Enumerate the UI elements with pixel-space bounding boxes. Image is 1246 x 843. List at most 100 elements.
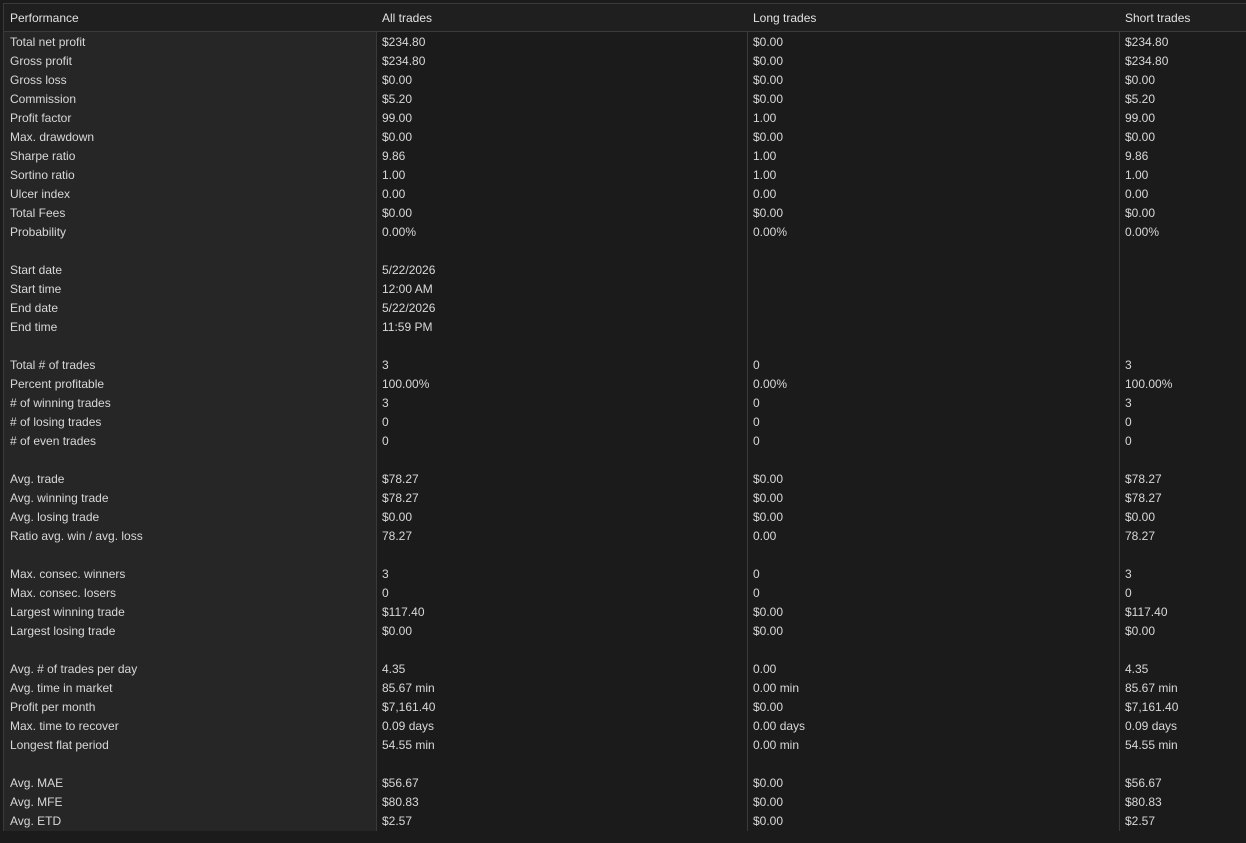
all-trades-value: 0 <box>382 415 389 429</box>
all-trades-value: $0.00 <box>382 130 413 144</box>
header-all-trades[interactable]: All trades <box>382 11 432 25</box>
table-row[interactable]: Ulcer index 0.00 0.00 0.00 <box>4 184 1246 203</box>
table-row[interactable]: End time 11:59 PM <box>4 317 1246 336</box>
short-trades-value: $56.67 <box>1125 776 1162 790</box>
short-trades-value: $234.80 <box>1125 54 1169 68</box>
short-trades-value: $78.27 <box>1125 472 1162 486</box>
table-row[interactable]: Sortino ratio 1.00 1.00 1.00 <box>4 165 1246 184</box>
table-row[interactable] <box>4 336 1246 355</box>
metric-label: Start time <box>10 282 62 296</box>
header-performance[interactable]: Performance <box>10 11 79 25</box>
all-trades-value: $0.00 <box>382 624 413 638</box>
table-row[interactable]: Largest winning trade $117.40 $0.00 $117.40 <box>4 602 1246 621</box>
table-row[interactable] <box>4 545 1246 564</box>
all-trades-value: 0.09 days <box>382 719 435 733</box>
table-row[interactable]: Max. consec. losers 0 0 0 <box>4 583 1246 602</box>
all-trades-value: 54.55 min <box>382 738 435 752</box>
table-row[interactable]: Max. time to recover 0.09 days 0.00 days 0.… <box>4 716 1246 735</box>
table-row[interactable]: Largest losing trade $0.00 $0.00 $0.00 <box>4 621 1246 640</box>
table-row[interactable]: Avg. # of trades per day 4.35 0.00 4.35 <box>4 659 1246 678</box>
table-row[interactable]: Avg. trade $78.27 $0.00 $78.27 <box>4 469 1246 488</box>
table-row[interactable]: Avg. ETD $2.57 $0.00 $2.57 <box>4 811 1246 830</box>
all-trades-value: $117.40 <box>382 605 425 619</box>
short-trades-value: $7,161.40 <box>1125 700 1179 714</box>
short-trades-value: $0.00 <box>1125 624 1156 638</box>
table-row[interactable]: # of winning trades 3 0 3 <box>4 393 1246 412</box>
long-trades-value: $0.00 <box>753 814 784 828</box>
metric-label: Largest winning trade <box>10 605 125 619</box>
short-trades-value: 99.00 <box>1125 111 1156 125</box>
header-short-trades[interactable]: Short trades <box>1125 11 1190 25</box>
table-row[interactable]: Profit factor 99.00 1.00 99.00 <box>4 108 1246 127</box>
table-row[interactable] <box>4 241 1246 260</box>
long-trades-value: 0.00 <box>753 529 777 543</box>
metric-label: Gross loss <box>10 73 67 87</box>
all-trades-value: $2.57 <box>382 814 413 828</box>
short-trades-value: $0.00 <box>1125 510 1156 524</box>
long-trades-value: 0.00 days <box>753 719 806 733</box>
table-row[interactable]: Avg. time in market 85.67 min 0.00 min 85.6… <box>4 678 1246 697</box>
short-trades-value: 3 <box>1125 567 1132 581</box>
long-trades-value: 0 <box>753 567 760 581</box>
short-trades-value: 9.86 <box>1125 149 1149 163</box>
performance-table: Performance All trades Long trades Short… <box>3 3 1246 831</box>
short-trades-value: 3 <box>1125 396 1132 410</box>
long-trades-value: 0 <box>753 358 760 372</box>
table-row[interactable]: Avg. MFE $80.83 $0.00 $80.83 <box>4 792 1246 811</box>
table-row[interactable]: Avg. MAE $56.67 $0.00 $56.67 <box>4 773 1246 792</box>
table-row[interactable]: Gross loss $0.00 $0.00 $0.00 <box>4 70 1246 89</box>
metric-label: Start date <box>10 263 63 277</box>
all-trades-value: $0.00 <box>382 206 413 220</box>
table-row[interactable]: Avg. winning trade $78.27 $0.00 $78.27 <box>4 488 1246 507</box>
short-trades-value: $78.27 <box>1125 491 1162 505</box>
short-trades-value: 4.35 <box>1125 662 1149 676</box>
metric-label: Avg. MFE <box>10 795 63 809</box>
all-trades-value: 0 <box>382 586 389 600</box>
table-row[interactable]: Start time 12:00 AM <box>4 279 1246 298</box>
all-trades-value: 78.27 <box>382 529 413 543</box>
table-row[interactable]: Max. consec. winners 3 0 3 <box>4 564 1246 583</box>
table-row[interactable]: Max. drawdown $0.00 $0.00 $0.00 <box>4 127 1246 146</box>
short-trades-value: $0.00 <box>1125 130 1156 144</box>
table-row[interactable]: Total net profit $234.80 $0.00 $234.80 <box>4 32 1246 51</box>
table-row[interactable]: Total Fees $0.00 $0.00 $0.00 <box>4 203 1246 222</box>
table-row[interactable]: Avg. losing trade $0.00 $0.00 $0.00 <box>4 507 1246 526</box>
table-row[interactable]: Longest flat period 54.55 min 0.00 min 54.5… <box>4 735 1246 754</box>
table-row[interactable] <box>4 754 1246 773</box>
table-row[interactable]: Start date 5/22/2026 <box>4 260 1246 279</box>
long-trades-value: $0.00 <box>753 130 784 144</box>
metric-label: # of even trades <box>10 434 97 448</box>
metric-label: Max. drawdown <box>10 130 95 144</box>
header-long-trades[interactable]: Long trades <box>753 11 816 25</box>
table-row[interactable]: Ratio avg. win / avg. loss 78.27 0.00 78.27 <box>4 526 1246 545</box>
metric-label: Max. consec. losers <box>10 586 117 600</box>
table-row[interactable]: Profit per month $7,161.40 $0.00 $7,161.40 <box>4 697 1246 716</box>
table-row[interactable]: Sharpe ratio 9.86 1.00 9.86 <box>4 146 1246 165</box>
table-row[interactable] <box>4 640 1246 659</box>
table-row[interactable]: # of losing trades 0 0 0 <box>4 412 1246 431</box>
table-row[interactable] <box>4 450 1246 469</box>
metric-label: Avg. winning trade <box>10 491 109 505</box>
long-trades-value: $0.00 <box>753 795 784 809</box>
table-row[interactable]: Probability 0.00% 0.00% 0.00% <box>4 222 1246 241</box>
table-row[interactable]: # of even trades 0 0 0 <box>4 431 1246 450</box>
all-trades-value: $56.67 <box>382 776 419 790</box>
short-trades-value: 0.09 days <box>1125 719 1178 733</box>
metric-label: Avg. # of trades per day <box>10 662 138 676</box>
short-trades-value: 0 <box>1125 415 1132 429</box>
long-trades-value: $0.00 <box>753 206 784 220</box>
metric-label: Largest losing trade <box>10 624 116 638</box>
table-row[interactable]: Total # of trades 3 0 3 <box>4 355 1246 374</box>
short-trades-value: 54.55 min <box>1125 738 1178 752</box>
metric-label: Gross profit <box>10 54 73 68</box>
table-row[interactable]: Gross profit $234.80 $0.00 $234.80 <box>4 51 1246 70</box>
long-trades-value: 0 <box>753 586 760 600</box>
all-trades-value: 0.00 <box>382 187 406 201</box>
table-row[interactable]: Percent profitable 100.00% 0.00% 100.00% <box>4 374 1246 393</box>
metric-label: End date <box>10 301 59 315</box>
table-row[interactable]: End date 5/22/2026 <box>4 298 1246 317</box>
metric-label: Total Fees <box>10 206 66 220</box>
metric-label: Profit per month <box>10 700 96 714</box>
short-trades-value: 0 <box>1125 586 1132 600</box>
table-row[interactable]: Commission $5.20 $0.00 $5.20 <box>4 89 1246 108</box>
